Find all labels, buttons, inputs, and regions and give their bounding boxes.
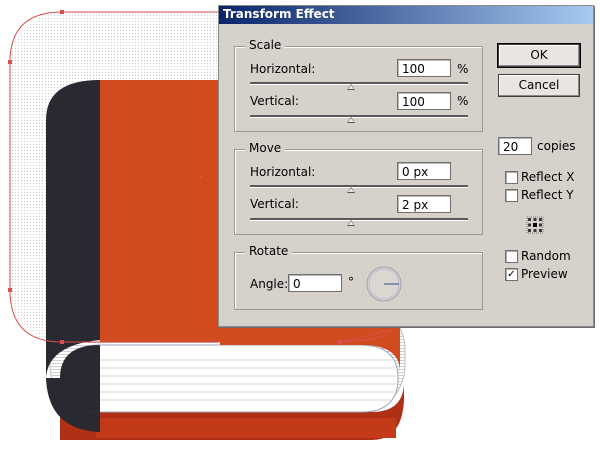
move-vertical-slider-thumb[interactable] (347, 220, 355, 226)
move-horizontal-slider-track[interactable] (250, 185, 468, 188)
scale-vertical-label: Vertical: (250, 94, 299, 108)
book-cover (100, 80, 220, 342)
rotate-angle-unit: ° (348, 275, 354, 289)
reflect-y-checkbox[interactable] (505, 189, 518, 202)
copies-label: copies (537, 139, 576, 153)
reflect-x-label: Reflect X (521, 170, 575, 184)
scale-group: Scale Horizontal: 100 % Vertical: 100 % (234, 38, 483, 132)
rotate-angle-label: Angle: (250, 277, 289, 291)
reflect-y-label: Reflect Y (521, 188, 574, 202)
random-label: Random (521, 249, 571, 263)
book-page-curl (61, 344, 399, 413)
scale-horizontal-unit: % (457, 62, 469, 76)
move-vertical-label: Vertical: (250, 197, 299, 211)
copies-input[interactable]: 20 (498, 137, 532, 155)
preview-label: Preview (521, 267, 568, 281)
transform-effect-dialog: Transform Effect Scale Horizontal: 100 %… (218, 5, 594, 327)
move-group: Move Horizontal: 0 px Vertical: 2 px (234, 141, 483, 235)
dialog-title: Transform Effect (223, 7, 335, 21)
scale-vertical-unit: % (457, 94, 469, 108)
anchor-point[interactable] (8, 288, 12, 292)
move-vertical-input[interactable]: 2 px (397, 195, 451, 213)
ok-button[interactable]: OK (497, 43, 581, 68)
move-group-label: Move (245, 141, 286, 155)
cancel-button[interactable]: Cancel (498, 74, 580, 97)
rotate-angle-input[interactable]: 0 (288, 274, 342, 292)
rotate-group-label: Rotate (245, 244, 293, 258)
scale-vertical-input[interactable]: 100 (397, 92, 451, 110)
rotate-group: Rotate Angle: 0 ° (234, 244, 483, 310)
scale-group-label: Scale (245, 38, 286, 52)
dialog-titlebar[interactable]: Transform Effect (219, 6, 593, 24)
center-point (199, 175, 202, 178)
scale-horizontal-label: Horizontal: (250, 62, 316, 76)
anchor-point[interactable] (60, 340, 64, 344)
reference-point-icon[interactable] (526, 216, 544, 234)
reflect-x-checkbox[interactable] (505, 171, 518, 184)
anchor-point[interactable] (8, 60, 12, 64)
scale-horizontal-slider-thumb[interactable] (347, 84, 355, 90)
scale-horizontal-slider-track[interactable] (250, 82, 468, 85)
scale-horizontal-input[interactable]: 100 (397, 59, 451, 77)
book-bottom-edge (96, 418, 396, 438)
move-vertical-slider-track[interactable] (250, 218, 468, 221)
move-horizontal-input[interactable]: 0 px (397, 162, 451, 180)
anchor-point[interactable] (60, 10, 64, 14)
preview-checkbox[interactable]: ✓ (505, 268, 518, 281)
checkmark-icon: ✓ (507, 269, 516, 280)
move-horizontal-label: Horizontal: (250, 165, 316, 179)
move-horizontal-slider-thumb[interactable] (347, 187, 355, 193)
scale-vertical-slider-track[interactable] (250, 115, 468, 118)
angle-dial-icon[interactable] (365, 265, 403, 303)
scale-vertical-slider-thumb[interactable] (347, 117, 355, 123)
random-checkbox[interactable] (505, 250, 518, 263)
anchor-point[interactable] (338, 340, 342, 344)
